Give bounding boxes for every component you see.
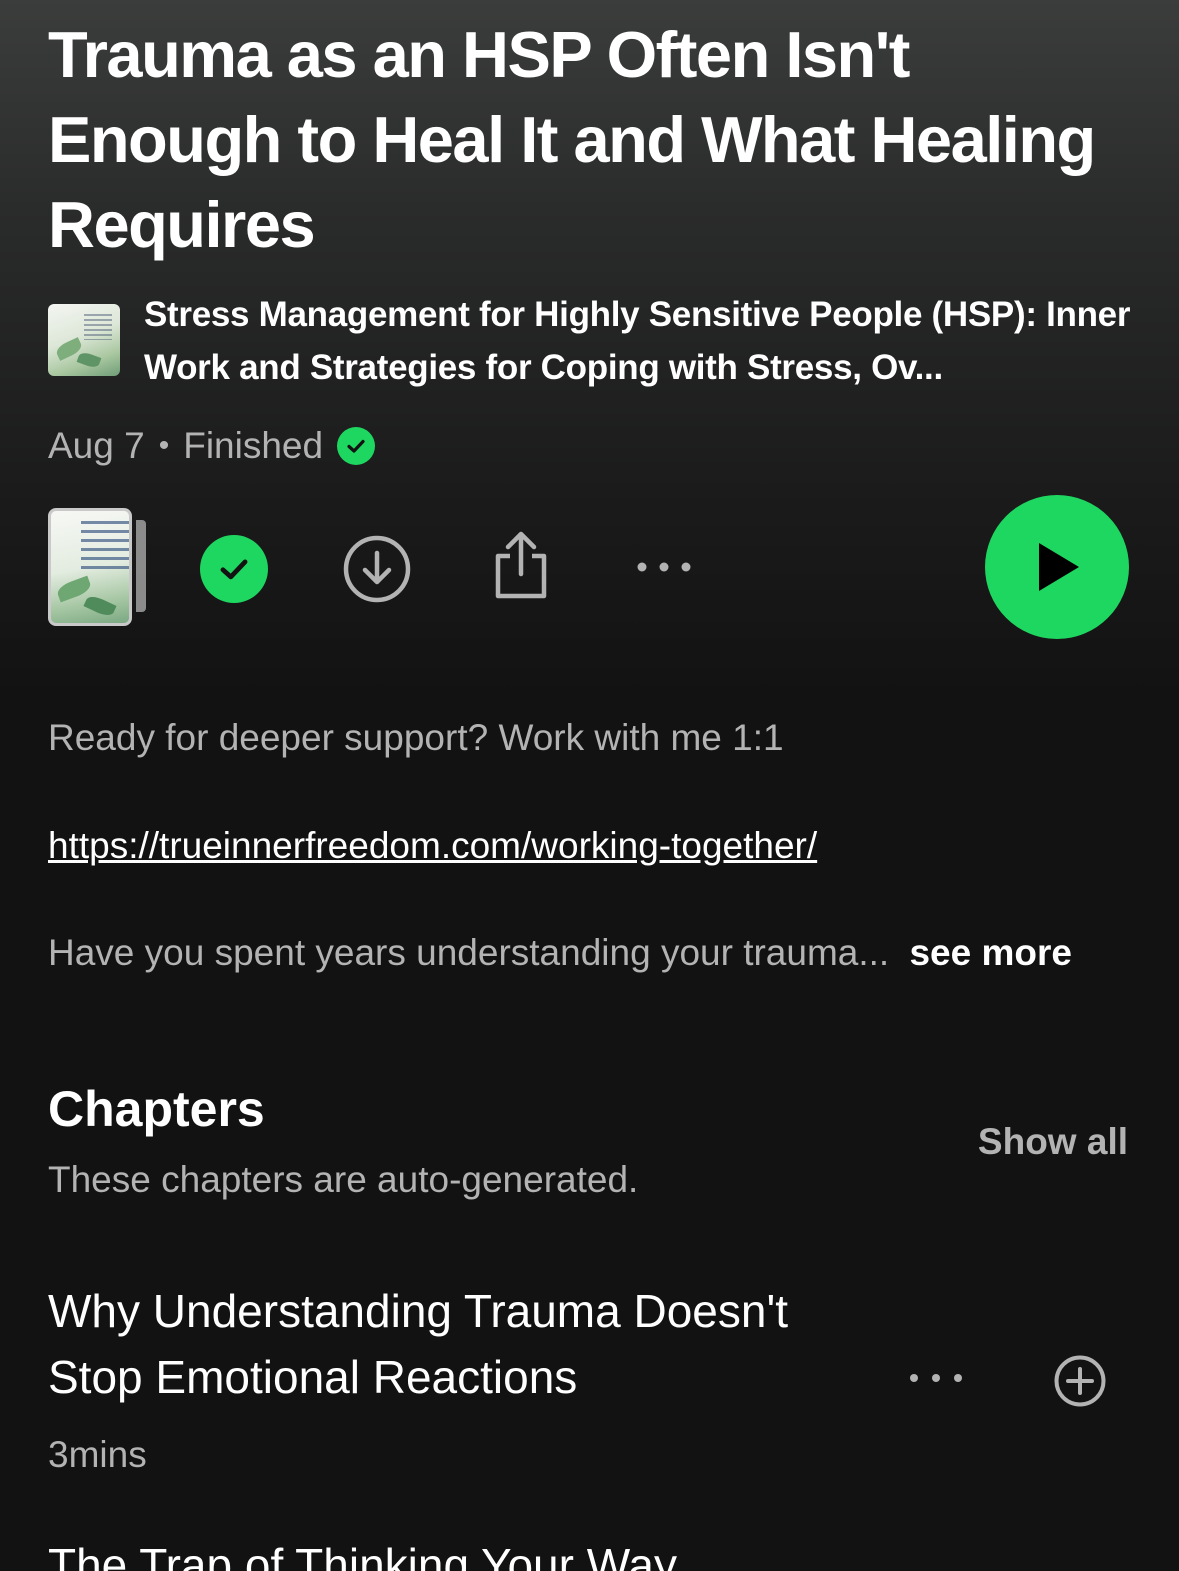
cover-stack-edge xyxy=(136,520,146,612)
add-chapter-button[interactable] xyxy=(1052,1353,1108,1409)
chapter-title: The Trap of Thinking Your Way xyxy=(48,1539,678,1571)
show-name[interactable]: Stress Management for Highly Sensitive P… xyxy=(144,288,1134,394)
episode-meta: Aug 7 • Finished xyxy=(48,418,376,474)
see-more-button[interactable]: see more xyxy=(909,932,1072,973)
description-link[interactable]: https://trueinnerfreedom.com/working-tog… xyxy=(48,818,817,874)
chapter-item[interactable]: The Trap of Thinking Your Way xyxy=(48,1532,1138,1571)
more-icon xyxy=(637,562,691,572)
episode-page: Trauma as an HSP Often Isn't Enough to H… xyxy=(0,0,1179,1571)
chapter-duration: 3mins xyxy=(48,1434,147,1475)
download-icon xyxy=(343,535,411,603)
chapters-heading: Chapters xyxy=(48,1081,265,1137)
share-button[interactable] xyxy=(488,530,554,600)
share-icon xyxy=(495,531,547,599)
release-date: Aug 7 xyxy=(48,425,145,466)
download-button[interactable] xyxy=(343,535,411,603)
more-options-button[interactable] xyxy=(628,545,700,589)
chapter-more-button[interactable] xyxy=(900,1356,972,1400)
episode-actions xyxy=(0,490,1179,650)
meta-separator: • xyxy=(158,429,170,462)
chapter-title: Why Understanding Trauma Doesn't Stop Em… xyxy=(48,1285,789,1403)
more-icon xyxy=(910,1374,962,1382)
description-preview-text: Have you spent years understanding your … xyxy=(48,932,890,973)
mark-played-button[interactable] xyxy=(200,535,268,603)
description-preview: Have you spent years understanding your … xyxy=(48,925,1072,981)
play-status: Finished xyxy=(183,425,324,466)
episode-title: Trauma as an HSP Often Isn't Enough to H… xyxy=(48,18,1096,261)
play-icon xyxy=(1039,543,1079,591)
show-thumbnail xyxy=(48,304,120,376)
chapter-item[interactable]: Why Understanding Trauma Doesn't Stop Em… xyxy=(48,1278,1138,1488)
episode-cover-art[interactable] xyxy=(48,508,132,626)
description-text: Ready for deeper support? Work with me 1… xyxy=(48,717,784,758)
play-button[interactable] xyxy=(985,495,1129,639)
plus-circle-icon xyxy=(1054,1355,1106,1407)
show-link[interactable]: Stress Management for Highly Sensitive P… xyxy=(48,288,1138,398)
chapters-subtitle: These chapters are auto-generated. xyxy=(48,1159,639,1200)
show-all-chapters-button[interactable]: Show all xyxy=(978,1116,1128,1168)
check-icon xyxy=(220,559,248,580)
finished-check-icon xyxy=(337,427,376,465)
